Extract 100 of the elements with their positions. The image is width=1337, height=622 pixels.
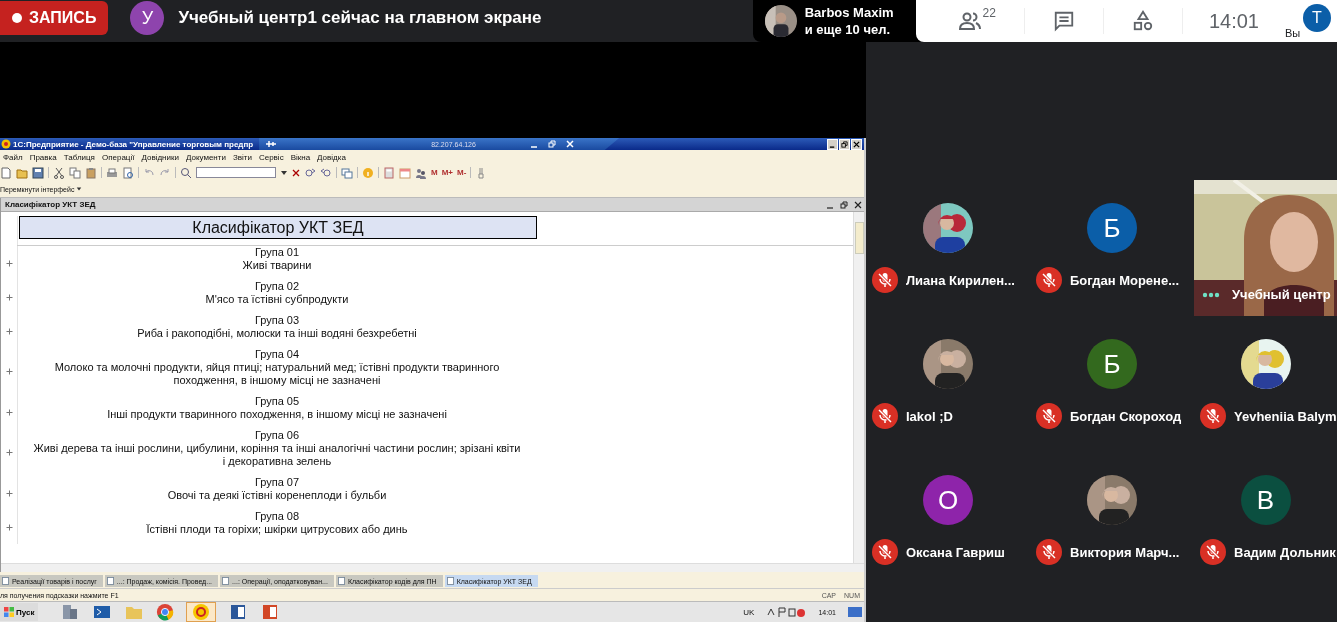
- participant-name: Yevheniia Balym: [1234, 408, 1337, 424]
- participant-name: Оксана Гавриш: [906, 544, 1005, 560]
- dropdown-caret-icon[interactable]: [280, 168, 288, 177]
- new-document-icon[interactable]: [0, 166, 12, 179]
- group-code: Група 04: [254, 348, 300, 361]
- pin-icon[interactable]: [265, 139, 278, 149]
- expand-icon[interactable]: [5, 408, 13, 416]
- menu-item[interactable]: Звіти: [232, 152, 252, 162]
- close-button[interactable]: [851, 138, 862, 150]
- group-name: Молоко та молочні продукти, яйця птиці; натуральний мед; їстівні продукти тваринного походження, в іншому місці не зазначені: [53, 361, 501, 387]
- restore-icon[interactable]: [547, 140, 556, 148]
- participant-name: Barbos Maxim: [804, 4, 894, 21]
- preview-icon[interactable]: [122, 166, 134, 179]
- recording-badge: ЗАПИСЬ: [0, 1, 109, 35]
- expand-icon[interactable]: [5, 327, 13, 335]
- expand-icon[interactable]: [5, 293, 13, 301]
- menu-item[interactable]: Довідка: [317, 152, 346, 162]
- document-icon: [337, 577, 345, 585]
- print-icon[interactable]: [106, 166, 118, 179]
- group-code: Група 02: [254, 280, 300, 293]
- memory-button[interactable]: M+: [441, 168, 453, 177]
- group-name: Овочі та деякі їстівні коренеплоди і бульби: [167, 489, 387, 502]
- group-code: Група 08: [254, 510, 300, 523]
- expand-icon[interactable]: [5, 368, 13, 375]
- participant-avatar: О: [923, 475, 973, 525]
- document-icon: [106, 577, 114, 585]
- search-icon[interactable]: [180, 166, 192, 179]
- window-title: 1С:Предприятие - Демо-база "Управление торговым предпр: [13, 139, 254, 149]
- group-code: Група 06: [254, 429, 300, 442]
- menu-item[interactable]: Вікна: [290, 152, 311, 162]
- four-squares-icon: [4, 607, 14, 617]
- windows-icon[interactable]: [341, 166, 353, 179]
- group-name: Живі тварини: [242, 259, 312, 272]
- expand-icon[interactable]: [5, 489, 13, 497]
- clock-text: 14:01: [1207, 9, 1260, 33]
- search-field[interactable]: [196, 167, 276, 178]
- terminal-icon[interactable]: [92, 603, 113, 621]
- close-icon[interactable]: [854, 200, 862, 209]
- paste-icon[interactable]: [85, 166, 97, 179]
- document-window-title: Класифікатор УКТ ЗЕД: [5, 200, 96, 209]
- language-indicator[interactable]: UK: [743, 607, 755, 617]
- start-button[interactable]: Пуск: [0, 603, 39, 621]
- participant-name: Лиана Кирилен...: [906, 272, 1015, 288]
- users-icon[interactable]: [415, 166, 427, 179]
- copy-icon[interactable]: [69, 166, 81, 179]
- group-name: Їстівні плоди та горіхи; шкірки цитрусових або динь: [146, 523, 408, 536]
- people-button[interactable]: 22: [929, 6, 1024, 36]
- participant-name: Вадим Дольник: [1234, 544, 1336, 560]
- chat-icon: [1052, 10, 1075, 32]
- memory-button[interactable]: M: [431, 168, 438, 177]
- clear-icon[interactable]: [292, 168, 300, 177]
- participant-name: Виктория Марч...: [1070, 544, 1180, 560]
- menu-item[interactable]: Сервіс: [258, 152, 284, 162]
- find-prev-icon[interactable]: [320, 166, 332, 179]
- restore-button[interactable]: [839, 138, 850, 150]
- participant-name: Iakol ;D: [906, 408, 953, 424]
- participant-avatar: Б: [1087, 203, 1137, 253]
- participant-avatar: Б: [1087, 339, 1137, 389]
- restore-icon[interactable]: [840, 200, 848, 209]
- group-name: Риба і ракоподібні, молюски та інші водяні безхребетні: [137, 327, 417, 340]
- horizontal-scrollbar[interactable]: [1, 563, 864, 572]
- expand-icon[interactable]: [5, 259, 13, 267]
- document-icon: [2, 577, 9, 585]
- tray-icons-drawing[interactable]: [766, 606, 807, 618]
- self-avatar[interactable]: T: [1303, 4, 1331, 32]
- calculator-icon[interactable]: [383, 166, 395, 179]
- participant-name: Богдан Морене...: [1070, 272, 1179, 288]
- browser-icon[interactable]: [156, 603, 175, 621]
- expand-icon[interactable]: [5, 523, 13, 531]
- find-next-icon[interactable]: [304, 166, 316, 179]
- report-heading: Класифікатор УКТ ЗЕД: [19, 216, 537, 239]
- self-label: Вы: [1285, 27, 1301, 39]
- document-icon: [446, 577, 454, 585]
- menu-item[interactable]: Операції: [101, 152, 135, 162]
- menu-item[interactable]: Документи: [185, 152, 226, 162]
- more-participants-text: и еще 10 чел.: [804, 21, 892, 38]
- save-icon[interactable]: [32, 166, 44, 179]
- app-logo-icon: [1, 139, 11, 149]
- minimize-button[interactable]: [827, 138, 838, 150]
- menu-item[interactable]: Таблиця: [63, 152, 95, 162]
- memory-button[interactable]: M-: [457, 168, 467, 177]
- expand-icon[interactable]: [5, 449, 13, 456]
- document-icon: [222, 577, 230, 585]
- presenting-text: Учебный центр1 сейчас на главном экране: [178, 8, 542, 28]
- group-code: Група 03: [254, 314, 300, 327]
- group-code: Група 05: [254, 395, 300, 408]
- close-icon: [853, 140, 860, 148]
- participant-avatar: В: [1240, 475, 1291, 525]
- ring-app-icon[interactable]: [191, 603, 212, 621]
- caret-icon[interactable]: [76, 186, 83, 192]
- menu-item[interactable]: Правка: [29, 152, 57, 162]
- group-name: Інші продукти тваринного походження, в іншому місці не зазначені: [107, 408, 447, 421]
- group-name: М'ясо та їстівні субпродукти: [205, 293, 349, 306]
- menu-item[interactable]: Довідники: [141, 152, 179, 162]
- shapes-icon: [1131, 10, 1154, 32]
- presenter-avatar: У: [130, 1, 165, 35]
- participant-name: Богдан Скороход: [1070, 408, 1182, 424]
- cut-icon[interactable]: [53, 166, 65, 179]
- vertical-scrollbar[interactable]: [853, 212, 864, 563]
- menu-item[interactable]: Файл: [3, 152, 23, 162]
